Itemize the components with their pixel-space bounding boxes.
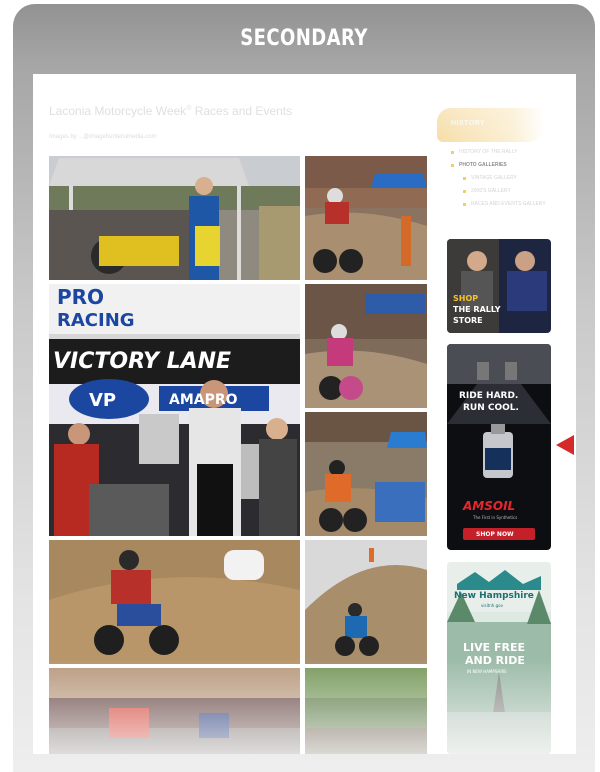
banner-logo-vp: VP: [89, 390, 116, 411]
bullet-icon: [451, 151, 454, 154]
rally-store-line2: THE RALLY: [453, 305, 501, 314]
nh-title: New Hampshire: [454, 591, 534, 601]
banner-racing-text: RACING: [57, 310, 135, 331]
bullet-icon: [463, 190, 466, 193]
sidebar-item-history-of-rally[interactable]: HISTORY OF THE RALLY: [451, 146, 546, 159]
history-label: HISTORY: [451, 120, 486, 127]
rally-store-line1: SHOP: [453, 294, 479, 303]
gallery-photo-1[interactable]: [49, 156, 300, 280]
new-hampshire-ad[interactable]: New Hampshire visitnh.gov LIVE FREE AND …: [447, 562, 551, 754]
nh-url: visitnh.gov: [481, 603, 503, 608]
bullet-icon: [451, 164, 454, 167]
gallery-photo-2[interactable]: PRO RACING VICTORY LANE VP AMAPRO: [49, 284, 300, 536]
amsoil-ad[interactable]: RIDE HARD. RUN COOL. AMSOIL The First in…: [447, 344, 551, 550]
nh-line-3: IN NEW HAMPSHIRE: [467, 669, 507, 674]
sidebar-item-photo-galleries[interactable]: PHOTO GALLERIES: [451, 159, 546, 172]
amsoil-shop-now-button[interactable]: SHOP NOW: [476, 532, 514, 538]
amsoil-brand: AMSOIL: [463, 499, 516, 513]
sidebar-item-2000s-gallery[interactable]: 2000'S GALLERY: [463, 185, 546, 198]
photo-credit: Images by ...@imagehuntersimedia.com: [49, 134, 157, 140]
amsoil-tagline: The First in Synthetics: [473, 515, 518, 520]
red-arrow-marker-icon: [556, 435, 574, 455]
amsoil-headline-1: RIDE HARD.: [459, 391, 519, 401]
banner-pro-text: PRO: [57, 285, 104, 309]
nh-line-1: LIVE FREE: [463, 641, 525, 654]
page-screenshot: Laconia Motorcycle Week® Races and Event…: [33, 74, 576, 754]
rally-store-ad[interactable]: SHOP THE RALLY STORE: [447, 239, 551, 333]
gallery-photo-8[interactable]: [305, 540, 427, 664]
gallery-photo-6[interactable]: [305, 284, 427, 408]
gallery-photo-5[interactable]: [305, 156, 427, 280]
sidebar-item-races-events-gallery[interactable]: RACES AND EVENTS GALLERY: [463, 198, 546, 211]
banner-victory-lane-text: VICTORY LANE: [53, 349, 231, 374]
sidebar-menu: HISTORY OF THE RALLY PHOTO GALLERIES VIN…: [451, 146, 546, 211]
gallery-photo-7[interactable]: [305, 412, 427, 536]
gallery-photo-3[interactable]: [49, 540, 300, 664]
nh-line-2: AND RIDE: [465, 654, 525, 667]
gallery-photo-4[interactable]: [49, 668, 300, 754]
secondary-card: SECONDARY Laconia Motorcycle Week® Races…: [13, 4, 595, 772]
gallery-photo-9[interactable]: [305, 668, 427, 754]
sidebar-item-vintage-gallery[interactable]: VINTAGE GALLERY: [463, 172, 546, 185]
card-title: SECONDARY: [240, 26, 368, 51]
bullet-icon: [463, 177, 466, 180]
amsoil-headline-2: RUN COOL.: [463, 403, 519, 413]
article-title[interactable]: Laconia Motorcycle Week® Races and Event…: [49, 104, 292, 118]
rally-store-line3: STORE: [453, 316, 483, 325]
bullet-icon: [463, 203, 466, 206]
banner-logo-amapro: AMAPRO: [169, 392, 238, 408]
